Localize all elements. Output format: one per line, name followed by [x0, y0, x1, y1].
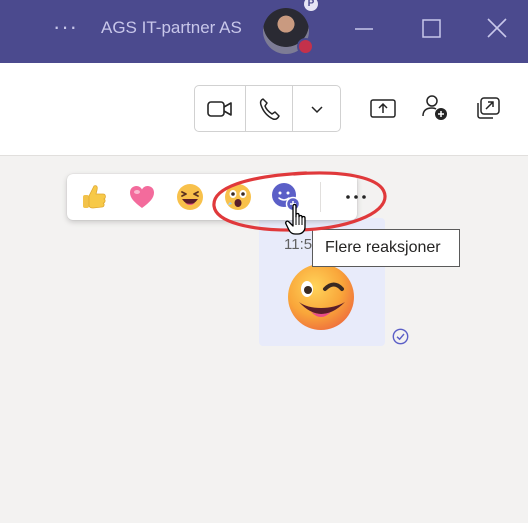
like-reaction-button[interactable]: [79, 182, 109, 212]
add-people-icon: [422, 95, 447, 120]
maximize-icon: [422, 19, 441, 38]
message-timestamp: 11:5: [284, 236, 313, 253]
chat-header: [0, 63, 528, 156]
heart-icon: [130, 186, 154, 208]
winking-face-emoji: [285, 262, 357, 332]
phone-icon: [259, 97, 280, 120]
audio-call-button[interactable]: [246, 86, 294, 131]
title-bar: ··· AGS IT-partner AS P: [0, 0, 528, 63]
winking-face-icon: [288, 264, 354, 330]
avatar-badge: P: [304, 0, 318, 11]
call-options-button[interactable]: [293, 86, 340, 131]
minimize-icon: [355, 28, 373, 30]
window-title: AGS IT-partner AS: [101, 18, 242, 37]
status-badge: [297, 38, 314, 55]
close-button[interactable]: [480, 14, 514, 44]
video-icon: [207, 100, 232, 117]
pop-out-button[interactable]: [473, 93, 503, 123]
laugh-reaction-button[interactable]: [175, 182, 205, 212]
video-call-button[interactable]: [195, 86, 246, 131]
maximize-button[interactable]: [414, 14, 448, 44]
minimize-button[interactable]: [347, 14, 381, 44]
pop-out-icon: [477, 97, 500, 119]
chevron-down-icon: [311, 105, 323, 113]
read-receipt-icon: [392, 328, 409, 345]
share-screen-button[interactable]: [368, 93, 398, 123]
laughing-face-icon: [177, 184, 203, 210]
close-icon: [487, 18, 507, 38]
call-button-group: [194, 85, 341, 132]
share-screen-icon: [370, 99, 396, 118]
heart-reaction-button[interactable]: [127, 182, 157, 212]
thumbs-up-icon: [83, 185, 106, 209]
hand-cursor-icon: [285, 203, 306, 235]
more-options-button[interactable]: ···: [53, 14, 78, 40]
add-people-button[interactable]: [420, 93, 450, 123]
